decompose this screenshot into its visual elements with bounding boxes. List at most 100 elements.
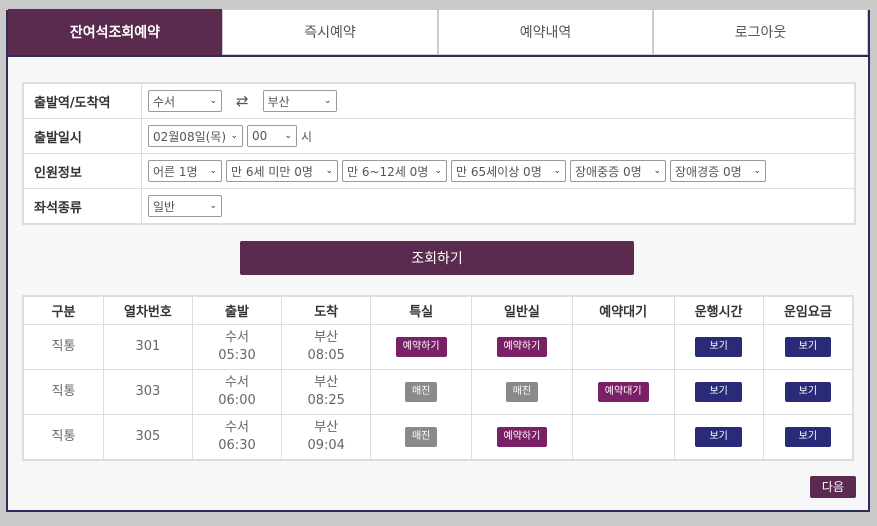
- col-type: 구분: [22, 295, 104, 325]
- special-cell: 예약하기: [370, 324, 473, 370]
- special-reserve-button[interactable]: 예약하기: [395, 337, 447, 357]
- chevron-down-icon: ⌄: [324, 96, 332, 106]
- arr-time: 08:25: [307, 393, 345, 408]
- tab-bar: 잔여석조회예약 즉시예약 예약내역 로그아웃: [8, 9, 868, 57]
- child-under6-select[interactable]: 만 6세 미만 0명 ⌄: [226, 160, 338, 182]
- swap-icon[interactable]: ⇄: [236, 92, 249, 110]
- search-form: 출발역/도착역 수서 ⌄ ⇄ 부산 ⌄ 출발일시 02월08일(목) ⌄ 00 ⌄ 시 …: [22, 82, 856, 225]
- fare-view-button[interactable]: 보기: [784, 382, 832, 402]
- arrival-select[interactable]: 부산 ⌄: [262, 90, 337, 112]
- special-cell: 매진: [370, 414, 473, 461]
- runtime-view-button[interactable]: 보기: [695, 337, 742, 357]
- departure-select[interactable]: 수서 ⌄: [148, 90, 222, 112]
- date-select[interactable]: 02월08일(목) ⌄: [148, 125, 243, 147]
- fare-cell: 보기: [762, 324, 854, 370]
- chevron-down-icon: ⌄: [209, 166, 217, 176]
- general-cell: 매진: [471, 369, 573, 415]
- dep-station: 수서: [225, 330, 249, 345]
- seat-row: 좌석종류 일반 ⌄: [24, 189, 854, 223]
- chevron-down-icon: ⌄: [753, 166, 761, 176]
- arrival-cell: 부산 08:25: [281, 369, 372, 415]
- dep-time: 06:00: [218, 393, 256, 408]
- child-6to12-value: 만 6~12세 0명: [347, 164, 429, 179]
- chevron-down-icon: ⌄: [230, 131, 238, 141]
- senior-value: 만 65세이상 0명: [456, 164, 542, 179]
- dep-station: 수서: [225, 375, 249, 390]
- tab-reservations[interactable]: 예약내역: [438, 9, 653, 55]
- arrival-value: 부산: [267, 94, 290, 109]
- col-runtime: 운행시간: [673, 295, 764, 325]
- seat-select[interactable]: 일반 ⌄: [148, 195, 222, 217]
- chevron-down-icon: ⌄: [553, 166, 561, 176]
- chevron-down-icon: ⌄: [434, 166, 442, 176]
- runtime-cell: 보기: [673, 414, 764, 461]
- type-cell: 직통: [22, 414, 104, 461]
- adult-select[interactable]: 어른 1명 ⌄: [148, 160, 222, 182]
- senior-select[interactable]: 만 65세이상 0명 ⌄: [451, 160, 566, 182]
- dep-station: 수서: [225, 420, 249, 435]
- chevron-down-icon: ⌄: [209, 201, 217, 211]
- general-reserve-button[interactable]: 예약하기: [496, 427, 548, 447]
- dep-time: 05:30: [218, 348, 256, 363]
- departure-value: 수서: [153, 94, 176, 109]
- arr-station: 부산: [314, 330, 339, 345]
- route-row: 출발역/도착역 수서 ⌄ ⇄ 부산 ⌄: [24, 84, 854, 119]
- date-value: 02월08일(목): [153, 129, 227, 144]
- special-soldout-badge: 매진: [404, 427, 438, 447]
- people-row: 인원정보 어른 1명 ⌄ 만 6세 미만 0명 ⌄ 만 6~12세 0명 ⌄ 만 65…: [24, 154, 854, 189]
- tab-instant-reserve[interactable]: 즉시예약: [222, 9, 438, 55]
- train-cell: 303: [102, 369, 193, 415]
- general-reserve-button[interactable]: 예약하기: [496, 337, 548, 357]
- datetime-row: 출발일시 02월08일(목) ⌄ 00 ⌄ 시: [24, 119, 854, 154]
- general-soldout-badge: 매진: [505, 382, 539, 402]
- disabled-severe-value: 장애중증 0명: [575, 164, 642, 179]
- special-soldout-badge: 매진: [404, 382, 438, 402]
- arr-station: 부산: [314, 375, 339, 390]
- tab-seat-search[interactable]: 잔여석조회예약: [8, 9, 222, 55]
- disabled-mild-select[interactable]: 장애경증 0명 ⌄: [670, 160, 766, 182]
- table-row: 직통 303 수서 06:00 부산 08:25 매진 매진 예약대기 보기 보기: [22, 369, 854, 415]
- runtime-view-button[interactable]: 보기: [695, 427, 742, 447]
- hour-select[interactable]: 00 ⌄: [247, 125, 297, 147]
- next-button[interactable]: 다음: [809, 476, 856, 498]
- table-row: 직통 301 수서 05:30 부산 08:05 예약하기 예약하기 보기 보기: [22, 324, 854, 370]
- arr-station: 부산: [314, 420, 339, 435]
- hour-unit: 시: [301, 129, 313, 144]
- table-header: 구분 열차번호 출발 도착 특실 일반실 예약대기 운행시간 운임요금: [22, 295, 854, 325]
- fare-view-button[interactable]: 보기: [784, 427, 832, 447]
- col-train: 열차번호: [102, 295, 193, 325]
- arrival-cell: 부산 08:05: [281, 324, 372, 370]
- waitlist-button[interactable]: 예약대기: [597, 382, 649, 402]
- arrival-cell: 부산 09:04: [281, 414, 372, 461]
- hour-value: 00: [252, 129, 268, 143]
- route-label: 출발역/도착역: [24, 84, 142, 118]
- arr-time: 09:04: [307, 438, 345, 453]
- child-6to12-select[interactable]: 만 6~12세 0명 ⌄: [342, 160, 447, 182]
- runtime-cell: 보기: [673, 369, 764, 415]
- general-cell: 예약하기: [471, 414, 573, 461]
- runtime-cell: 보기: [673, 324, 764, 370]
- col-general: 일반실: [471, 295, 573, 325]
- departure-cell: 수서 06:30: [191, 414, 283, 461]
- seat-value: 일반: [153, 199, 176, 214]
- col-special: 특실: [370, 295, 473, 325]
- departure-cell: 수서 05:30: [191, 324, 283, 370]
- table-row: 직통 305 수서 06:30 부산 09:04 매진 예약하기 보기 보기: [22, 414, 854, 461]
- seat-label: 좌석종류: [24, 189, 142, 223]
- chevron-down-icon: ⌄: [209, 96, 217, 106]
- train-cell: 301: [102, 324, 193, 370]
- col-departure: 출발: [191, 295, 283, 325]
- arr-time: 08:05: [307, 348, 345, 363]
- wait-cell: [571, 324, 675, 370]
- tab-logout[interactable]: 로그아웃: [653, 9, 868, 55]
- runtime-view-button[interactable]: 보기: [695, 382, 742, 402]
- wait-cell: 예약대기: [571, 369, 675, 415]
- disabled-severe-select[interactable]: 장애중증 0명 ⌄: [570, 160, 666, 182]
- type-cell: 직통: [22, 324, 104, 370]
- col-arrival: 도착: [281, 295, 372, 325]
- fare-view-button[interactable]: 보기: [784, 337, 832, 357]
- search-button[interactable]: 조회하기: [240, 241, 634, 275]
- wait-cell: [571, 414, 675, 461]
- departure-cell: 수서 06:00: [191, 369, 283, 415]
- train-cell: 305: [102, 414, 193, 461]
